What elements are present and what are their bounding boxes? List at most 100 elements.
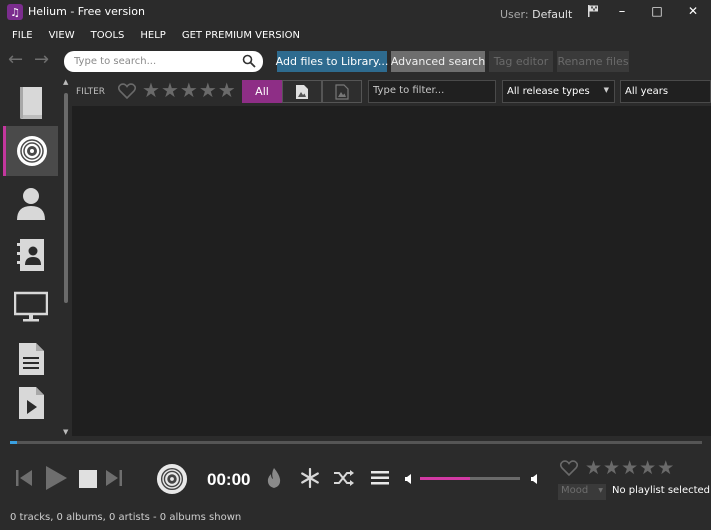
minimize-button[interactable]: – (604, 0, 640, 22)
user-prefix: User: (500, 8, 529, 21)
filter-with-cover-button[interactable] (282, 80, 322, 103)
chevron-down-icon: ▼ (603, 86, 609, 94)
user-name: Default (532, 8, 573, 21)
title-bar: ♫ Helium - Free version User: Default – … (0, 0, 711, 26)
sidebar-item-contacts[interactable] (3, 230, 58, 280)
sidebar-item-albums[interactable] (3, 126, 58, 176)
menu-get-premium[interactable]: GET PREMIUM VERSION (174, 26, 308, 46)
advanced-search-button[interactable]: Advanced search (391, 51, 485, 72)
previous-track-button[interactable] (12, 466, 36, 490)
tag-editor-button[interactable]: Tag editor (489, 51, 553, 72)
volume-high-icon[interactable] (530, 473, 540, 485)
star-icon[interactable]: ★ (142, 80, 160, 100)
back-arrow-icon[interactable]: ← (8, 51, 28, 70)
snowflake-icon (301, 468, 319, 488)
release-types-select[interactable]: All release types ▼ (502, 80, 615, 103)
music-note-icon: ♫ (7, 4, 23, 20)
add-files-button[interactable]: Add files to Library... (276, 51, 388, 72)
volume-slider-fill (420, 477, 470, 480)
sidebar-item-videos[interactable] (3, 378, 58, 428)
shuffle-button[interactable] (332, 466, 356, 490)
star-icon[interactable]: ★ (639, 458, 656, 478)
search-box (64, 51, 263, 72)
status-bar: 0 tracks, 0 albums, 0 artists - 0 albums… (0, 508, 711, 530)
next-track-button[interactable] (102, 466, 126, 490)
filter-all-button[interactable]: All (242, 80, 282, 103)
release-types-value: All release types (507, 86, 590, 97)
playlist-status: No playlist selected (612, 485, 711, 496)
flame-icon (267, 468, 281, 488)
player-controls: 00:00 ★ ★ ★ ★ ★ Mood ▼ No playlist selec… (0, 446, 711, 508)
star-icon[interactable]: ★ (621, 458, 638, 478)
seek-bar[interactable] (10, 441, 702, 444)
search-input[interactable] (74, 54, 234, 69)
flame-button[interactable] (263, 466, 285, 490)
star-icon[interactable]: ★ (657, 458, 674, 478)
now-playing-disc[interactable] (155, 462, 189, 496)
volume-slider[interactable] (420, 477, 520, 480)
play-icon (46, 466, 67, 490)
flag-icon[interactable] (586, 4, 600, 18)
skip-previous-icon (16, 470, 32, 486)
book-icon (19, 87, 42, 119)
star-icon[interactable]: ★ (218, 80, 236, 100)
forward-arrow-icon[interactable]: → (34, 51, 54, 70)
sidebar-item-devices[interactable] (3, 282, 58, 332)
stop-icon (79, 470, 97, 488)
helium-window: ♫ Helium - Free version User: Default – … (0, 0, 711, 530)
user-label[interactable]: User: Default (500, 8, 572, 21)
filter-field (368, 80, 496, 103)
star-icon[interactable]: ★ (585, 458, 602, 478)
star-icon[interactable]: ★ (161, 80, 179, 100)
library-stats: 0 tracks, 0 albums, 0 artists - 0 albums… (10, 512, 242, 523)
playback-time: 00:00 (207, 470, 251, 489)
mood-select[interactable]: Mood ▼ (558, 484, 606, 500)
close-button[interactable]: ✕ (675, 0, 711, 22)
person-icon (16, 188, 45, 220)
heart-icon[interactable] (560, 460, 578, 476)
sidebar-item-library[interactable] (3, 78, 58, 128)
sidebar (0, 78, 60, 436)
monitor-icon (13, 291, 48, 322)
search-icon[interactable] (242, 54, 256, 68)
skip-next-icon (106, 470, 122, 486)
filter-rating[interactable]: ★ ★ ★ ★ ★ (142, 80, 236, 100)
menu-file[interactable]: FILE (0, 26, 41, 46)
mood-label: Mood (561, 485, 589, 496)
years-select[interactable]: All years (620, 80, 711, 103)
seek-bar-fill (10, 441, 17, 444)
filter-input[interactable] (373, 85, 493, 96)
years-value: All years (625, 86, 669, 97)
star-icon[interactable]: ★ (603, 458, 620, 478)
filter-no-cover-button[interactable] (322, 80, 362, 103)
menu-view[interactable]: VIEW (41, 26, 83, 46)
image-file-outline-icon (335, 83, 349, 100)
star-icon[interactable]: ★ (180, 80, 198, 100)
sidebar-scroll-thumb[interactable] (64, 93, 68, 303)
visualizer-button[interactable] (298, 466, 322, 490)
play-button[interactable] (42, 464, 70, 492)
document-icon (18, 343, 44, 375)
chevron-down-icon: ▼ (598, 487, 603, 494)
menu-bar: FILE VIEW TOOLS HELP GET PREMIUM VERSION (0, 26, 308, 46)
heart-icon[interactable] (118, 83, 136, 99)
star-icon[interactable]: ★ (199, 80, 217, 100)
list-icon (371, 471, 389, 485)
shuffle-icon (334, 470, 354, 486)
disc-icon (17, 136, 47, 166)
sidebar-item-documents[interactable] (3, 334, 58, 384)
rename-files-button[interactable]: Rename files (557, 51, 629, 72)
maximize-button[interactable]: □ (639, 0, 675, 22)
stop-button[interactable] (77, 468, 99, 490)
volume-low-icon[interactable] (404, 473, 414, 485)
track-rating[interactable]: ★ ★ ★ ★ ★ (585, 458, 674, 478)
disc-icon (156, 463, 188, 495)
album-list-area[interactable] (72, 106, 711, 436)
sidebar-item-artists[interactable] (3, 178, 58, 228)
app-title: Helium - Free version (28, 5, 145, 18)
menu-help[interactable]: HELP (132, 26, 173, 46)
playlist-button[interactable] (368, 466, 392, 490)
menu-tools[interactable]: TOOLS (83, 26, 133, 46)
filter-label: FILTER (76, 87, 106, 97)
video-file-icon (18, 387, 44, 419)
